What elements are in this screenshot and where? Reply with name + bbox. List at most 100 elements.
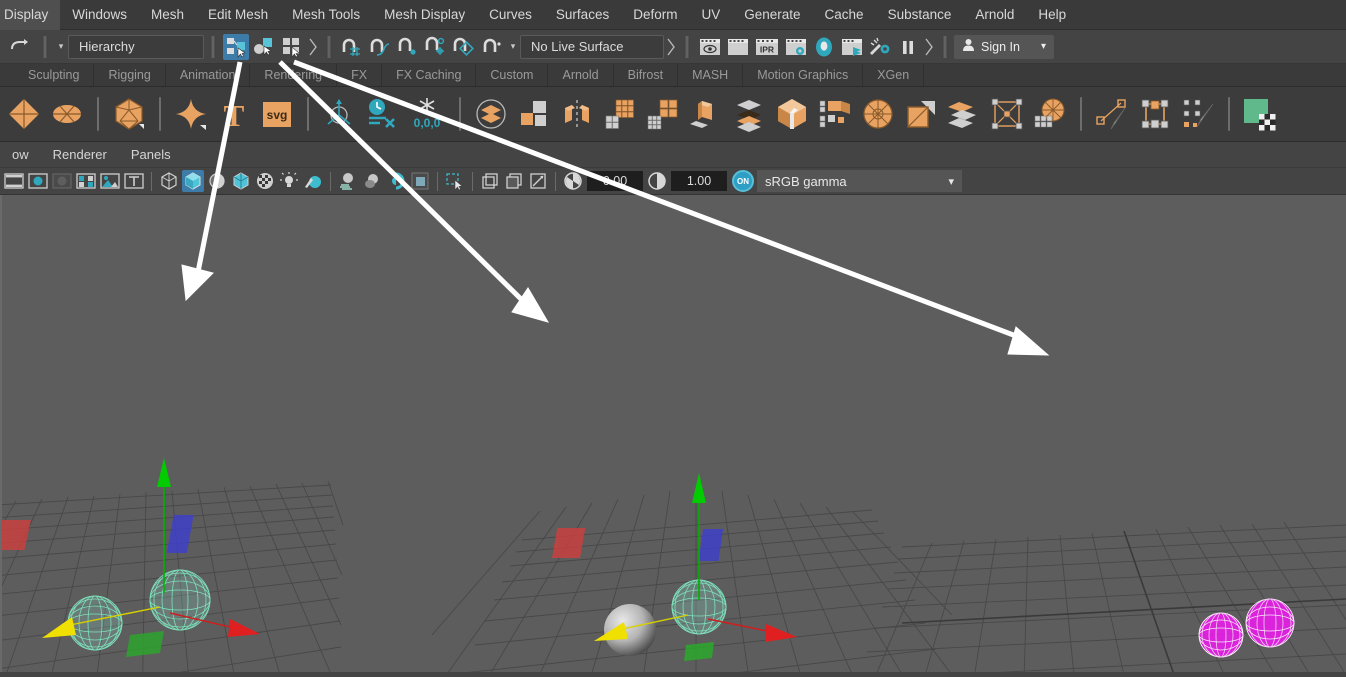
toolbar-separator[interactable] [42,36,48,58]
camera-attributes-icon[interactable] [27,170,49,192]
menu-uv[interactable]: UV [689,0,732,30]
snap-to-grid-icon[interactable] [339,34,365,60]
color-profile-dropdown[interactable]: sRGB gamma ▾ [757,170,962,192]
text-tool-icon[interactable]: T [214,92,254,136]
undo-icon[interactable] [5,34,35,60]
render-settings-icon[interactable] [783,34,809,60]
viewport-3d[interactable] [0,195,1346,672]
menu-curves[interactable]: Curves [477,0,544,30]
exposure-icon[interactable] [562,170,584,192]
shelf-tab-xgen[interactable]: XGen [863,64,924,86]
menu-deform[interactable]: Deform [621,0,689,30]
isolate-select-icon[interactable] [444,170,466,192]
exposure-value[interactable]: 0.00 [587,171,643,191]
menu-mesh-display[interactable]: Mesh Display [372,0,477,30]
toolbar-separator[interactable] [942,36,948,58]
shadows-icon[interactable] [337,170,359,192]
polygon-superellipse-icon[interactable] [171,92,211,136]
render-sequence-icon[interactable] [725,34,751,60]
xray-joints-icon[interactable] [503,170,525,192]
menu-mesh[interactable]: Mesh [139,0,196,30]
image-plane-icon[interactable] [75,170,97,192]
live-surface-field[interactable]: No Live Surface [520,35,664,59]
gamma-value[interactable]: 1.00 [671,171,727,191]
arnold-render-icon[interactable] [867,34,893,60]
ambient-occlusion-icon[interactable] [361,170,383,192]
toolbar-separator[interactable] [684,36,690,58]
fill-hole-icon[interactable] [901,92,941,136]
menu-generate[interactable]: Generate [732,0,812,30]
svg-tool-icon[interactable]: svg [257,92,297,136]
polygon-sphere-icon[interactable] [47,92,87,136]
shelf-tab-arnold[interactable]: Arnold [548,64,613,86]
xray-icon[interactable] [479,170,501,192]
signin-button[interactable]: Sign In ▾ [954,35,1054,59]
shelf-tab-rigging[interactable]: Rigging [94,64,165,86]
remesh-icon[interactable] [1030,92,1070,136]
select-by-object-type-icon[interactable] [251,34,277,60]
panel-menu-renderer[interactable]: Renderer [41,142,119,168]
quad-draw-icon[interactable] [1178,92,1218,136]
hierarchy-field[interactable]: Hierarchy [68,35,204,59]
toolbar-separator[interactable] [210,36,216,58]
snap-to-curve-icon[interactable] [367,34,393,60]
expand-collapse-icon[interactable] [922,34,936,60]
uv-editor-icon[interactable] [1240,92,1280,136]
hypershade-icon[interactable] [811,34,837,60]
boolean-icon[interactable] [729,92,769,136]
shelf-tab-fx-caching[interactable]: FX Caching [382,64,476,86]
shelf-tab-bifrost[interactable]: Bifrost [614,64,678,86]
shelf-tab-mash[interactable]: MASH [678,64,743,86]
bookmark-icon[interactable] [51,170,73,192]
menu-edit-mesh[interactable]: Edit Mesh [196,0,280,30]
menu-substance[interactable]: Substance [876,0,964,30]
circularize-icon[interactable] [858,92,898,136]
shelf-tab-fx[interactable]: FX [337,64,382,86]
poke-icon[interactable] [987,92,1027,136]
select-camera-icon[interactable] [3,170,25,192]
shelf-tab-animation[interactable]: Animation [166,64,251,86]
separate-icon[interactable] [514,92,554,136]
shelf-tab-custom[interactable]: Custom [476,64,548,86]
menu-windows[interactable]: Windows [60,0,139,30]
menu-mesh-tools[interactable]: Mesh Tools [280,0,372,30]
bridge-icon[interactable] [815,92,855,136]
gamma-icon[interactable] [646,170,668,192]
snapshot-icon[interactable]: 0,0,0 [405,92,449,136]
smooth-shade-all-icon[interactable] [182,170,204,192]
expand-collapse-icon[interactable] [664,34,678,60]
set-key-icon[interactable] [362,92,402,136]
universal-manip-icon[interactable] [319,92,359,136]
multi-cut-icon[interactable] [1092,92,1132,136]
combine-icon[interactable] [471,92,511,136]
wireframe-icon[interactable] [158,170,180,192]
shelf-tab-rendering[interactable]: Rendering [250,64,337,86]
ipr-render-icon[interactable]: IPR [753,34,781,60]
shelf-tab-motion-graphics[interactable]: Motion Graphics [743,64,863,86]
menu-display[interactable]: Display [0,0,60,30]
menu-surfaces[interactable]: Surfaces [544,0,621,30]
smooth-icon[interactable] [600,92,640,136]
extrude-icon[interactable] [686,92,726,136]
make-live-icon[interactable] [479,34,505,60]
use-all-lights-icon[interactable] [302,170,324,192]
polygon-plane-icon[interactable] [4,92,44,136]
wireframe-on-shaded-icon[interactable] [254,170,276,192]
bevel-icon[interactable] [772,92,812,136]
snap-to-view-plane-icon[interactable] [451,34,477,60]
multisample-aa-icon[interactable] [409,170,431,192]
select-by-hierarchy-icon[interactable] [223,34,249,60]
pause-icon[interactable] [895,34,921,60]
menu-arnold[interactable]: Arnold [963,0,1026,30]
toolbar-separator[interactable] [326,36,332,58]
menu-cache[interactable]: Cache [813,0,876,30]
render-view-icon[interactable] [839,34,865,60]
flat-shade-icon[interactable] [230,170,252,192]
hierarchy-caret-icon[interactable]: ▾ [54,41,68,52]
smooth-shade-selected-icon[interactable] [206,170,228,192]
select-by-component-type-icon[interactable] [279,34,305,60]
live-surface-caret-icon[interactable]: ▾ [506,41,520,52]
use-default-lighting-icon[interactable] [278,170,300,192]
panel-menu-show[interactable]: ow [0,142,41,168]
snap-to-point-icon[interactable] [395,34,421,60]
